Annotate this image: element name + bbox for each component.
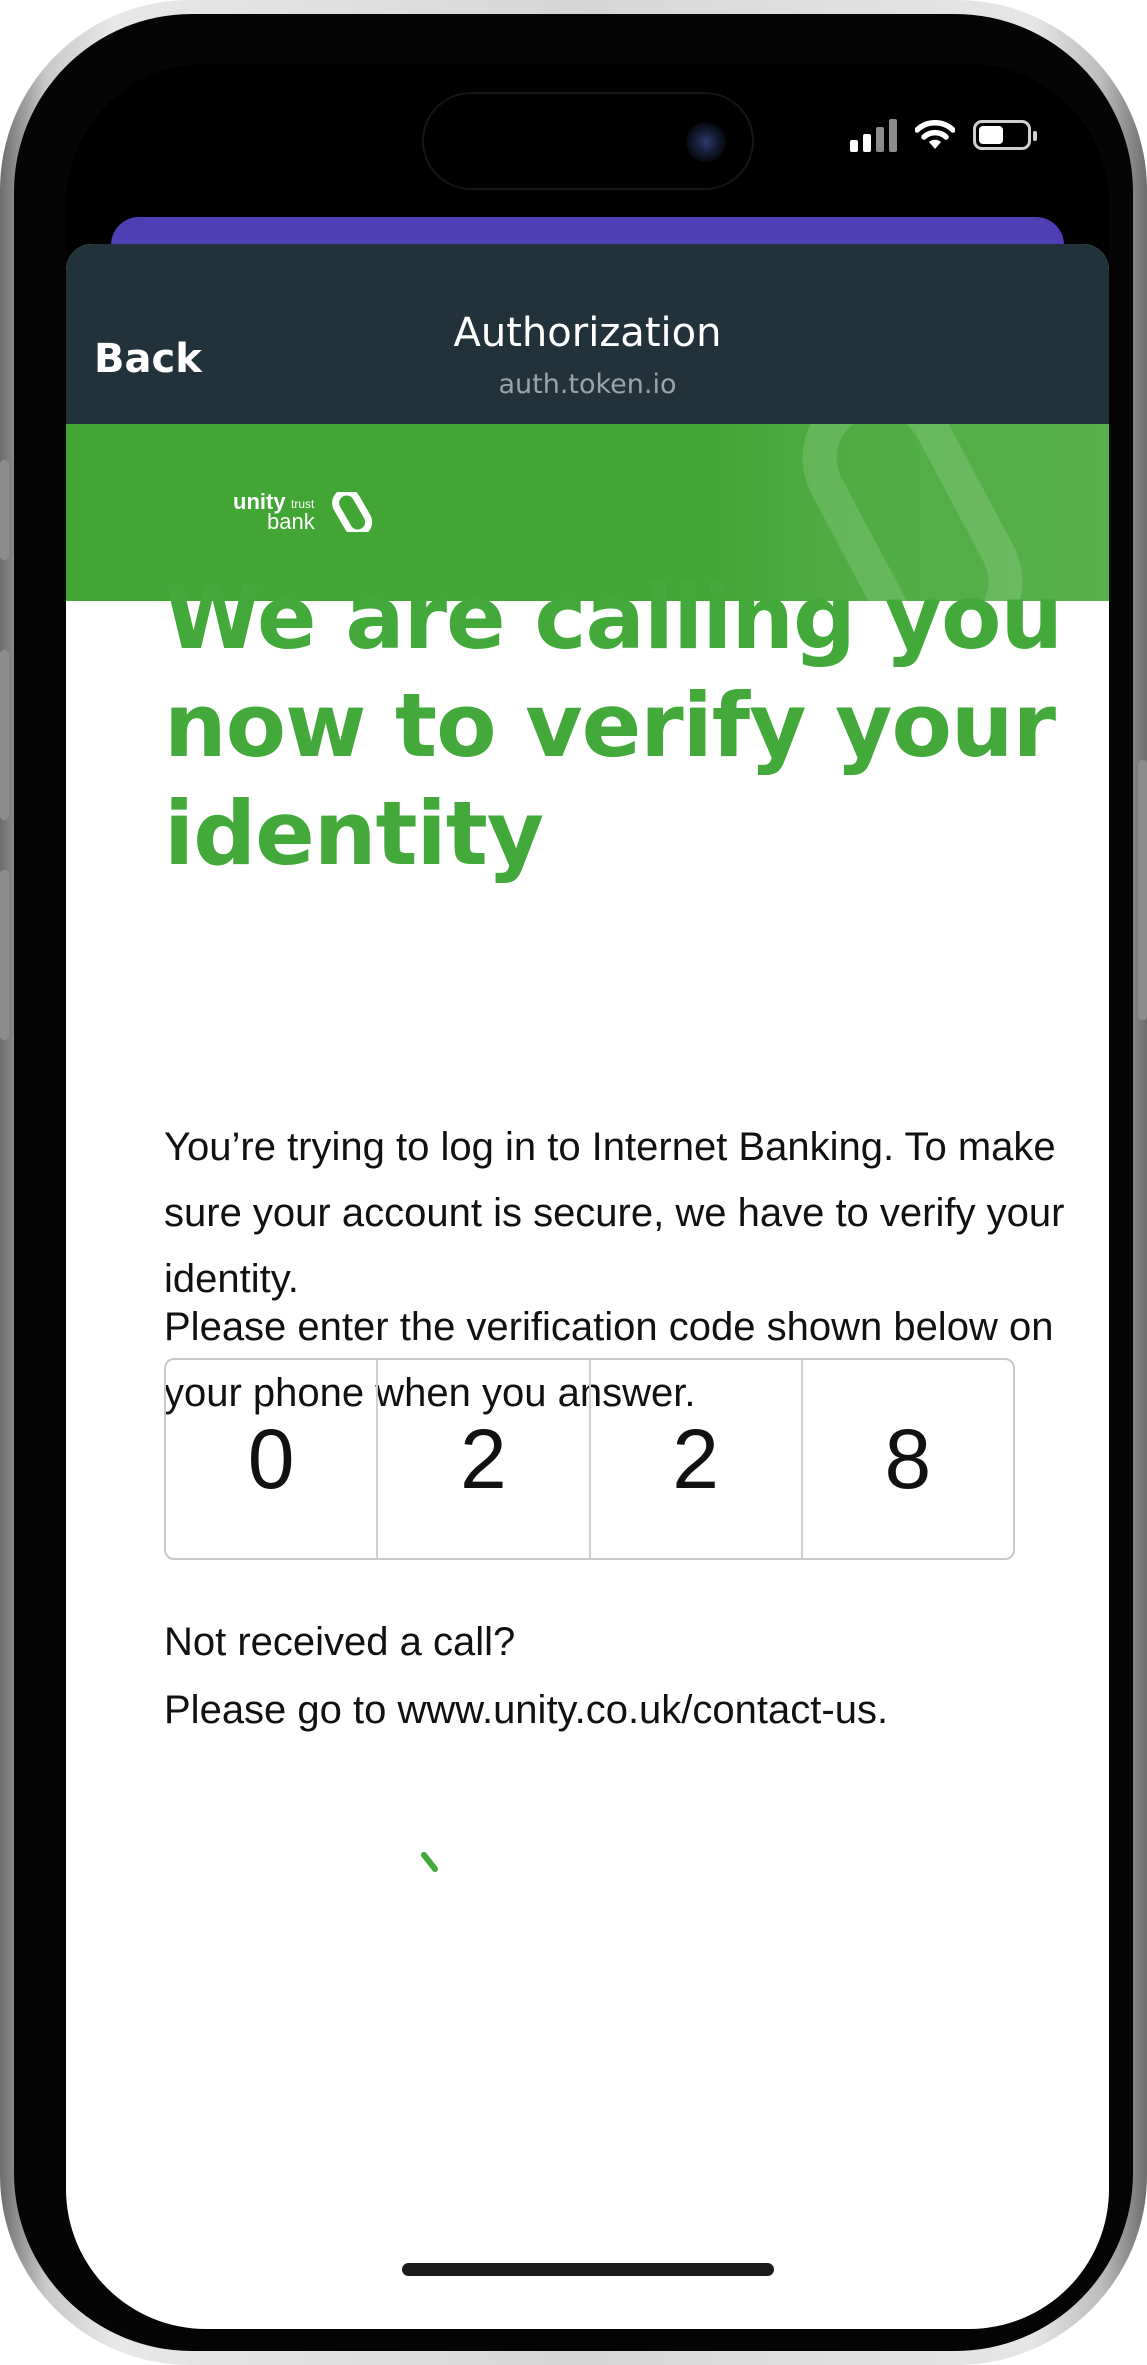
wifi-icon bbox=[915, 120, 955, 149]
code-digit: 2 bbox=[591, 1360, 803, 1558]
nav-header: Back Authorization auth.token.io bbox=[66, 244, 1109, 424]
contact-text: Please go to www.unity.co.uk/contact-us. bbox=[164, 1688, 889, 1732]
code-digit: 2 bbox=[378, 1360, 591, 1558]
signal-icon bbox=[850, 118, 897, 152]
power-button bbox=[1138, 760, 1147, 1020]
verification-code: 0 2 2 8 bbox=[164, 1358, 1015, 1560]
phone-bezel: Back Authorization auth.token.io unity t… bbox=[14, 14, 1133, 2351]
nav-url: auth.token.io bbox=[498, 369, 677, 400]
loading-spinner-icon bbox=[421, 1852, 441, 1879]
volume-down-button bbox=[0, 870, 9, 1040]
phone-frame: Back Authorization auth.token.io unity t… bbox=[0, 0, 1147, 2365]
code-digit: 8 bbox=[884, 1411, 932, 1506]
battery-icon bbox=[973, 120, 1037, 150]
unity-logo-mark-icon bbox=[332, 492, 373, 532]
code-digit: 0 bbox=[166, 1360, 379, 1558]
nav-title: Authorization bbox=[453, 310, 722, 356]
intro-paragraph: You’re trying to log in to Internet Bank… bbox=[164, 1125, 1065, 1301]
action-button bbox=[0, 460, 9, 560]
volume-up-button bbox=[0, 650, 9, 820]
not-received-text: Not received a call? bbox=[164, 1620, 516, 1664]
status-bar bbox=[850, 118, 1037, 152]
page-headline: We are calling you now to verify your id… bbox=[164, 566, 1063, 885]
home-indicator[interactable] bbox=[402, 2263, 774, 2276]
camera-icon bbox=[686, 122, 726, 162]
screen: Back Authorization auth.token.io unity t… bbox=[66, 64, 1109, 2329]
unity-trust-bank-logo: unity trust bank bbox=[233, 489, 375, 535]
logo-bank-text: bank bbox=[267, 509, 315, 534]
dynamic-island bbox=[422, 92, 754, 190]
